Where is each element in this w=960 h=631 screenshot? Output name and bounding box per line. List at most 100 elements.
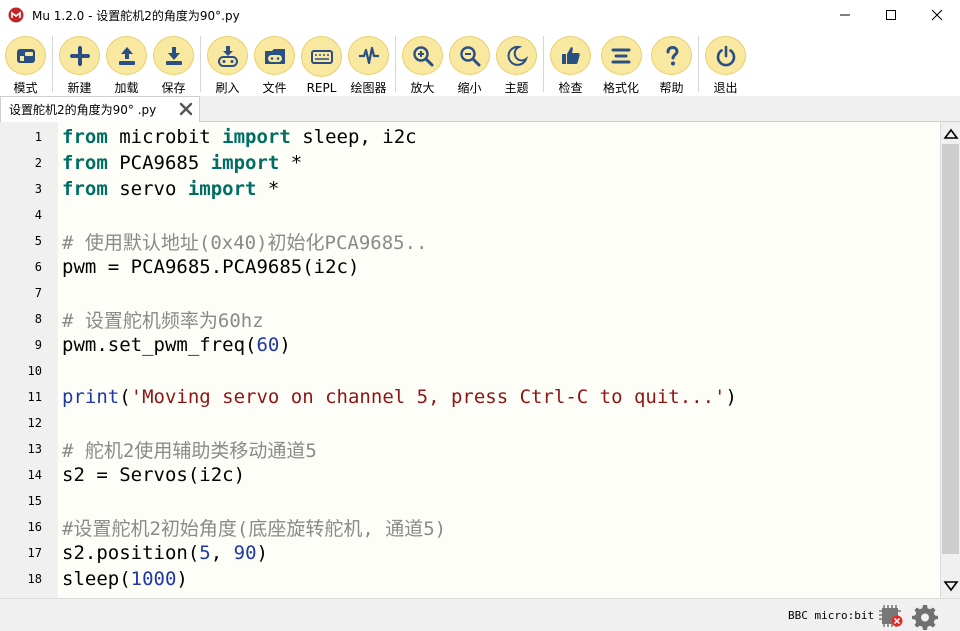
code-editor[interactable]: 1 from microbit import sleep, i2c 2 from PC… (0, 122, 940, 598)
line-number: 17 (27, 546, 42, 560)
code-line[interactable]: 14 s2 = Servos(i2c) (0, 462, 940, 488)
line-number: 1 (34, 130, 42, 144)
window-title: Mu 1.2.0 - 设置舵机2的角度为90°.py (32, 8, 240, 23)
zoom-in-icon (412, 45, 433, 66)
new-button[interactable]: 新建 (56, 30, 103, 96)
code-line[interactable]: 8 # 设置舵机频率为60hz (0, 306, 940, 332)
code-text: s2 = Servos(i2c) (62, 464, 245, 486)
line-number: 7 (34, 286, 42, 300)
toolbar-separator (200, 36, 201, 92)
close-button[interactable] (914, 0, 960, 30)
code-line[interactable]: 2 from PCA9685 import * (0, 150, 940, 176)
mode-button[interactable]: 模式 (2, 30, 49, 96)
code-token: * (256, 178, 280, 200)
scrollbar-thumb[interactable] (942, 144, 959, 554)
line-number: 15 (27, 494, 42, 508)
arrow-up-icon (943, 128, 959, 139)
code-line[interactable]: 13 # 舵机2使用辅助类移动通道5 (0, 436, 940, 462)
minimize-button[interactable] (822, 0, 868, 30)
code-line[interactable]: 1 from microbit import sleep, i2c (0, 124, 940, 150)
code-token: pwm.set_pwm_freq( (62, 334, 257, 356)
code-line[interactable]: 7 (0, 280, 940, 306)
tab-bar: 设置舵机2的角度为90° .py (0, 96, 960, 122)
load-button[interactable]: 加载 (103, 30, 150, 96)
save-button[interactable]: 保存 (150, 30, 197, 96)
scroll-down-button[interactable] (941, 576, 960, 596)
code-token: # 舵机2使用辅助类移动通道5 (62, 439, 317, 462)
help-button[interactable]: 帮助 (648, 30, 695, 96)
code-text: # 设置舵机频率为60hz (62, 306, 264, 333)
mode-indicator[interactable]: BBC micro:bit (788, 609, 874, 622)
code-token: from (62, 178, 108, 200)
zoom-out-icon (459, 45, 480, 66)
check-button[interactable]: 检查 (547, 30, 594, 96)
toolbar-separator (543, 36, 544, 92)
code-text: pwm.set_pwm_freq(60) (62, 334, 291, 356)
status-bar: BBC micro:bit (0, 598, 960, 631)
code-token: print (62, 386, 120, 408)
scroll-up-button[interactable] (941, 124, 960, 144)
code-line[interactable]: 3 from servo import * (0, 176, 940, 202)
files-button[interactable]: 文件 (251, 30, 298, 96)
line-number: 12 (27, 416, 42, 430)
code-line[interactable]: 5 # 使用默认地址(0x40)初始化PCA9685.. (0, 228, 940, 254)
file-tab[interactable]: 设置舵机2的角度为90° .py (0, 96, 200, 122)
format-button[interactable]: 格式化 (594, 30, 648, 96)
code-token: microbit (107, 126, 223, 148)
code-line[interactable]: 15 (0, 488, 940, 514)
code-token: ) (176, 568, 188, 590)
code-token: import (222, 126, 291, 148)
repl-button[interactable]: REPL (298, 30, 345, 96)
code-line[interactable]: 12 (0, 410, 940, 436)
code-line[interactable]: 11 print('Moving servo on channel 5, pres… (0, 384, 940, 410)
mode-icon (16, 48, 35, 63)
line-number: 18 (27, 572, 42, 586)
code-line[interactable]: 17 s2.position(5, 90) (0, 540, 940, 566)
arrow-down-icon (943, 581, 959, 592)
files-icon (264, 48, 285, 64)
code-token: ) (725, 386, 737, 408)
code-text: #设置舵机2初始角度(底座旋转舵机, 通道5) (62, 514, 446, 541)
maximize-button[interactable] (868, 0, 914, 30)
line-number: 10 (27, 364, 42, 378)
line-number: 6 (34, 260, 42, 274)
code-line[interactable]: 10 (0, 358, 940, 384)
code-token: * (279, 152, 303, 174)
thumbs-up-icon (561, 46, 580, 64)
code-line[interactable]: 4 (0, 202, 940, 228)
code-line[interactable]: 9 pwm.set_pwm_freq(60) (0, 332, 940, 358)
format-icon (611, 48, 631, 63)
code-token: # 使用默认地址(0x40)初始化PCA9685.. (62, 231, 428, 254)
theme-button[interactable]: 主题 (493, 30, 540, 96)
device-disconnected-icon (879, 605, 903, 627)
code-text: from servo import * (62, 178, 279, 200)
code-line[interactable]: 18 sleep(1000) (0, 566, 940, 592)
code-text: s2.position(5, 90) (62, 542, 268, 564)
flash-button[interactable]: 刷入 (204, 30, 251, 96)
quit-button[interactable]: 退出 (702, 30, 749, 96)
code-token: 1000 (130, 568, 177, 590)
close-tab-icon[interactable] (179, 102, 193, 116)
code-line[interactable]: 6 pwm = PCA9685.PCA9685(i2c) (0, 254, 940, 280)
code-token: s2 = Servos(i2c) (62, 464, 246, 486)
code-token: servo (107, 178, 188, 200)
plotter-button[interactable]: 绘图器 (345, 30, 392, 96)
code-token: from (62, 152, 108, 174)
title-bar: Mu 1.2.0 - 设置舵机2的角度为90°.py (0, 0, 960, 30)
line-number: 14 (27, 468, 42, 482)
code-text: # 使用默认地址(0x40)初始化PCA9685.. (62, 228, 427, 255)
code-token: ) (279, 334, 291, 356)
line-number: 13 (27, 442, 42, 456)
gear-icon[interactable] (912, 604, 938, 630)
code-token: PCA9685 (107, 152, 211, 174)
vertical-scrollbar[interactable] (940, 122, 960, 598)
code-token: sleep( (62, 568, 131, 590)
zoom-out-button[interactable]: 缩小 (446, 30, 493, 96)
maximize-icon (886, 10, 896, 20)
code-line[interactable]: 16 #设置舵机2初始角度(底座旋转舵机, 通道5) (0, 514, 940, 540)
code-token: 60 (256, 334, 280, 356)
plotter-icon (358, 46, 379, 64)
code-text: print('Moving servo on channel 5, press … (62, 386, 737, 408)
toolbar-separator (52, 36, 53, 92)
zoom-in-button[interactable]: 放大 (399, 30, 446, 96)
